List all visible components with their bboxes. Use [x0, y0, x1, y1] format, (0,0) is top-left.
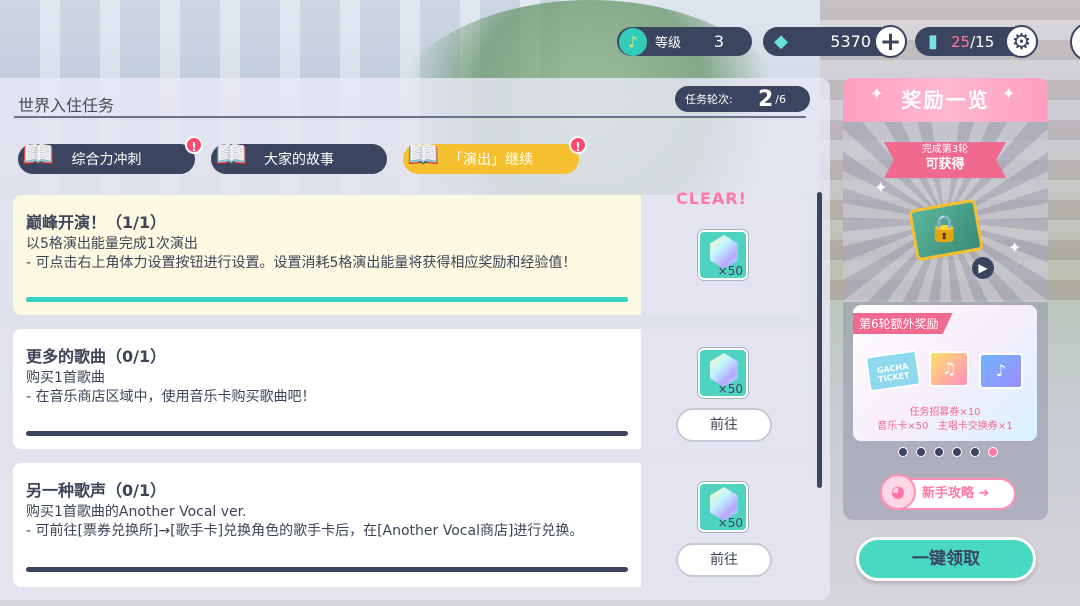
gem-reward-icon: ×50	[698, 348, 748, 398]
go-button[interactable]: 前往	[676, 543, 772, 577]
sparkle-icon: ✦	[870, 84, 884, 103]
bonus-line2: 音乐卡×50 主唱卡交换券×1	[877, 421, 1013, 432]
reward-count: ×50	[717, 382, 743, 396]
sparkle-icon: ✦	[874, 178, 888, 197]
mascot-icon: ◕	[880, 474, 916, 510]
carousel-dot[interactable]	[952, 447, 962, 457]
bonus-reward-card[interactable]: 第6轮额外奖励 GACHA TICKET ♫ ♪ 任务招募券×10 音乐卡×50…	[853, 305, 1037, 441]
arrow-right-icon[interactable]: ▶	[972, 257, 994, 279]
tab-performance-continue[interactable]: 📖 「演出」继续 !	[403, 136, 587, 174]
level-value: 3	[713, 32, 724, 51]
mission-progress-bar	[26, 431, 628, 436]
mission-desc: 购买1首歌曲的Another Vocal ver. - 可前往[票券兑换所]→[…	[26, 504, 584, 539]
tab-label: 大家的故事	[264, 152, 334, 168]
energy-value: 25/15	[951, 33, 994, 51]
gem-reward-icon: ×50	[698, 482, 748, 532]
energy-max: /15	[970, 32, 995, 51]
bonus-header: 第6轮额外奖励	[853, 313, 953, 334]
carousel-dot[interactable]	[898, 447, 908, 457]
title-divider	[14, 116, 806, 118]
carousel-dot-active[interactable]	[988, 447, 998, 457]
carousel-dot[interactable]	[934, 447, 944, 457]
claim-all-button[interactable]: 一键领取	[856, 537, 1036, 581]
gacha-ticket-icon: GACHA TICKET	[864, 349, 922, 393]
energy-current: 25	[951, 32, 971, 51]
mission-card-3: 另一种歌声（0/1） 购买1首歌曲的Another Vocal ver. - 可…	[13, 463, 807, 587]
reward-ribbon: 完成第3轮 可获得	[884, 142, 1006, 178]
mission-progress-bar	[26, 567, 628, 572]
settings-gear-button[interactable]: ⚙	[1005, 25, 1038, 58]
mission-desc: 购买1首歌曲 - 在音乐商店区域中，使用音乐卡购买歌曲吧！	[26, 370, 316, 405]
carousel-dots[interactable]	[898, 447, 998, 457]
lock-icon: 🔒	[928, 214, 961, 244]
rounds-total: /6	[775, 92, 786, 106]
tab-label: 综合力冲刺	[71, 152, 142, 168]
mission-scrollbar[interactable]	[817, 192, 822, 488]
vocal-card-icon: ♪	[979, 353, 1023, 389]
level-label: 等级	[655, 36, 682, 51]
mission-card-2: 更多的歌曲（0/1） 购买1首歌曲 - 在音乐商店区域中，使用音乐卡购买歌曲吧！…	[13, 329, 807, 449]
go-button[interactable]: 前往	[676, 408, 772, 442]
carousel-dot[interactable]	[970, 447, 980, 457]
book-icon: 📖	[215, 140, 248, 170]
ribbon-line2: 可获得	[925, 157, 965, 172]
mission-name: 另一种歌声（0/1）	[26, 481, 167, 500]
clear-badge: CLEAR!	[676, 189, 747, 208]
rounds-label: 任务轮次:	[685, 93, 733, 106]
music-note-icon: ♪	[619, 27, 647, 56]
mission-name: 更多的歌曲（0/1）	[26, 347, 167, 366]
bonus-line1: 任务招募券×10	[909, 407, 981, 418]
mission-name: 巅峰开演！（1/1）	[26, 213, 167, 232]
tab-power-sprint[interactable]: 📖 综合力冲刺 !	[18, 136, 203, 174]
gem-icon: ◆	[774, 31, 788, 52]
guide-label: 新手攻略	[922, 486, 975, 501]
reward-count: ×50	[717, 516, 743, 530]
mission-card-1: 巅峰开演！（1/1） 以5格演出能量完成1次演出 - 可点击右上角体力设置按钮进…	[13, 195, 807, 315]
progress-fill	[26, 297, 628, 302]
sparkle-icon: ✦	[1008, 238, 1022, 257]
level-display: ♪ 等级 3	[617, 27, 752, 56]
book-icon: 📖	[407, 140, 440, 170]
book-icon: 📖	[22, 140, 55, 170]
beginner-guide-button[interactable]: ◕ 新手攻略 ➜	[880, 474, 1016, 510]
ticket-text: GACHA TICKET	[876, 361, 911, 385]
mission-progress-bar	[26, 297, 628, 302]
alert-badge: !	[185, 136, 203, 154]
gem-reward-icon: ×50	[698, 230, 748, 280]
rounds-counter: 任务轮次: 2 /6	[675, 86, 810, 112]
add-gems-button[interactable]: +	[874, 25, 907, 58]
alert-badge: !	[569, 136, 587, 154]
sparkle-icon: ✦	[1002, 84, 1016, 103]
carousel-dot[interactable]	[916, 447, 926, 457]
tab-everyone-story[interactable]: 📖 大家的故事	[211, 140, 387, 174]
rounds-current: 2	[757, 86, 774, 112]
panel-title: 世界入住任务	[18, 96, 115, 115]
reward-count: ×50	[717, 264, 743, 278]
gem-value: 5370	[830, 32, 871, 51]
music-card-icon: ♫	[929, 351, 969, 387]
mission-desc: 以5格演出能量完成1次演出 - 可点击右上角体力设置按钮进行设置。设置消耗5格演…	[26, 236, 577, 271]
energy-drink-icon: ▮	[928, 31, 938, 52]
ribbon-line1: 完成第3轮	[921, 144, 969, 155]
tab-label: 「演出」继续	[449, 152, 533, 168]
